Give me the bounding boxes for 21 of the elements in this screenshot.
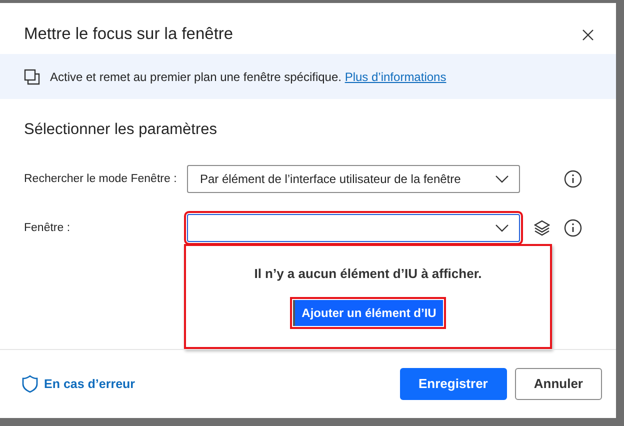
empty-message: Il n’y a aucun élément d’IU à afficher. — [254, 266, 482, 282]
chevron-down-icon — [495, 175, 509, 184]
dropdown-field[interactable] — [187, 214, 520, 242]
dropdown-field[interactable]: Par élément de l’interface utilisateur de la fenêtre — [187, 165, 520, 194]
chevron-down-icon — [495, 224, 509, 232]
banner-text: Active et remet au premier plan une fenêtre spécifique. — [50, 70, 342, 84]
on-error-link[interactable]: En cas d’erreur — [22, 374, 136, 393]
dialog-title: Mettre le focus sur la fenêtre — [24, 25, 234, 44]
section-title: Sélectionner les paramètres — [23, 120, 218, 140]
field-label: Rechercher le mode Fenêtre : — [24, 173, 178, 186]
save-button[interactable]: Enregistrer — [400, 368, 507, 400]
more-info-link[interactable]: Plus d’informations — [344, 70, 446, 84]
layers-icon[interactable] — [534, 220, 550, 236]
shield-icon — [22, 374, 38, 393]
windows-icon — [24, 68, 40, 85]
cancel-button[interactable]: Annuler — [514, 368, 602, 400]
info-icon[interactable] — [564, 170, 582, 188]
close-icon[interactable] — [582, 28, 594, 41]
add-ui-element-button[interactable]: Ajouter un élément d’IU — [292, 300, 444, 326]
field-label: Fenêtre : — [24, 222, 72, 234]
info-icon[interactable] — [564, 218, 582, 237]
